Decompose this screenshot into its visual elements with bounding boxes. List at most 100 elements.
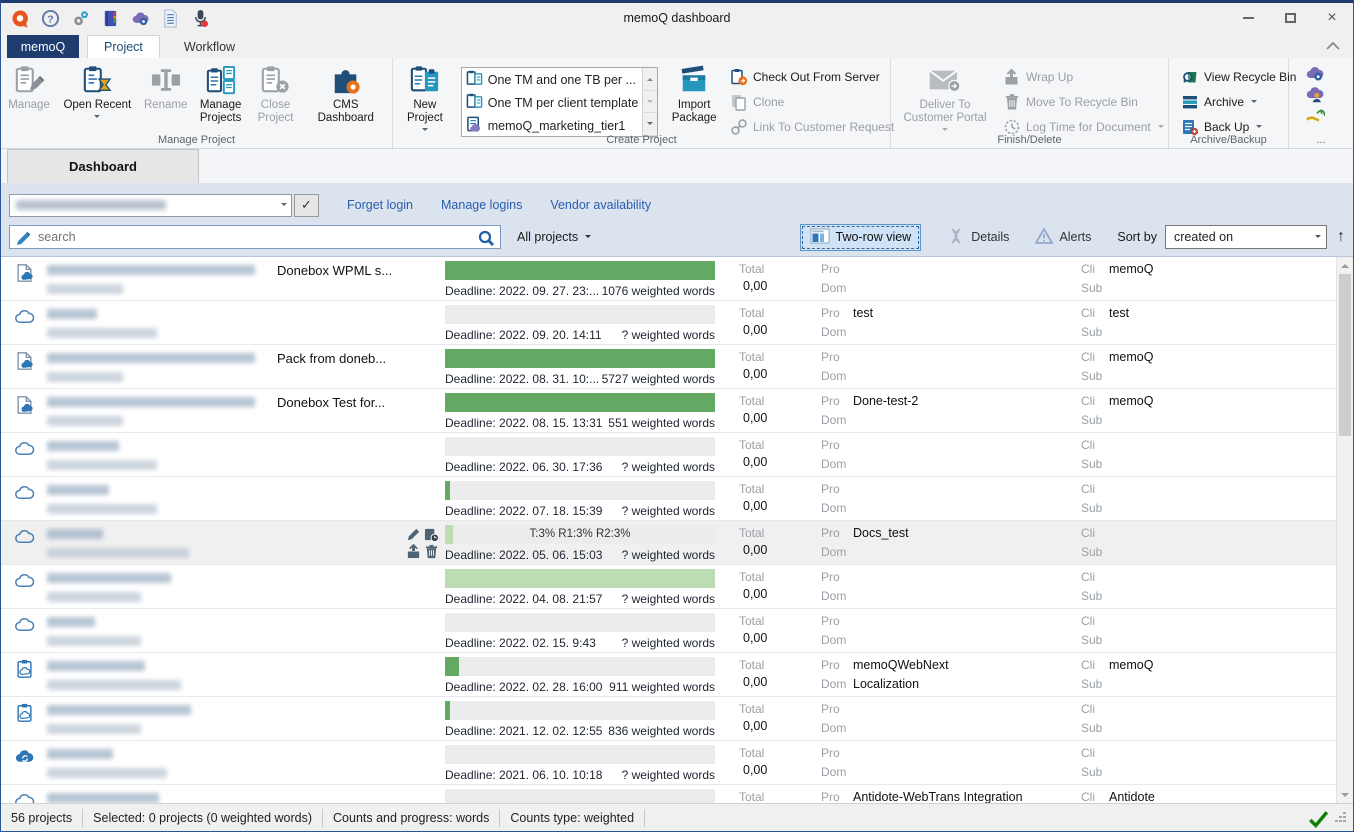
status-bar: 56 projects Selected: 0 projects (0 weig… <box>1 803 1353 831</box>
search-icon[interactable] <box>477 229 495 247</box>
template-item[interactable]: memoQ_marketing_tier1 <box>462 114 643 136</box>
help-icon[interactable]: ? <box>41 9 60 28</box>
alerts-button[interactable]: Alerts <box>1035 227 1091 248</box>
resources-icon[interactable] <box>101 9 120 28</box>
subject-label: Sub <box>1081 325 1109 339</box>
search-box[interactable] <box>9 225 501 249</box>
memoq-logo-icon[interactable] <box>11 9 30 28</box>
server-settings-icon[interactable] <box>1305 65 1325 82</box>
new-project-button[interactable]: New Project <box>395 61 455 137</box>
project-row[interactable]: Total0,00 ProAntidote-WebTrans Integrati… <box>1 785 1336 803</box>
project-row[interactable]: Deadline: 2021. 06. 10. 10:18? weighted … <box>1 741 1336 785</box>
archive-button[interactable]: Archive <box>1175 91 1289 113</box>
project-row[interactable]: Deadline: 2022. 06. 30. 17:36? weighted … <box>1 433 1336 477</box>
open-recent-button[interactable]: Open Recent <box>55 61 140 124</box>
edit-icon[interactable] <box>406 527 421 542</box>
minimize-button[interactable] <box>1227 3 1269 33</box>
deadline-text: Deadline: 2021. 12. 02. 12:55 <box>445 724 602 738</box>
project-row[interactable]: Deadline: 2022. 02. 15. 9:43? weighted w… <box>1 609 1336 653</box>
project-row[interactable]: Deadline: 2022. 09. 20. 14:11? weighted … <box>1 301 1336 345</box>
project-row[interactable]: T:3% R1:3% R2:3% Deadline: 2022. 05. 06.… <box>1 521 1336 565</box>
wrapup-icon[interactable] <box>406 544 421 559</box>
cloud-icon <box>14 307 35 327</box>
progress-bar <box>445 481 715 500</box>
deadline-text: Deadline: 2022. 05. 06. 15:03 <box>445 548 602 562</box>
project-name-redacted <box>47 477 277 520</box>
details-button[interactable]: Details <box>947 227 1009 248</box>
progress-bar <box>445 261 715 280</box>
tab-workflow[interactable]: Workflow <box>168 35 251 58</box>
view-recycle-bin-button[interactable]: View Recycle Bin <box>1175 66 1289 88</box>
delete-icon[interactable] <box>424 544 439 559</box>
cms-dashboard-button[interactable]: CMS Dashboard <box>302 61 391 128</box>
collapse-ribbon-icon[interactable] <box>1325 40 1341 54</box>
scroll-up-icon[interactable] <box>1337 257 1353 273</box>
project-description <box>277 521 399 564</box>
project-row[interactable]: Deadline: 2022. 02. 28. 16:00911 weighte… <box>1 653 1336 697</box>
project-filter-dropdown[interactable]: All projects <box>517 230 591 244</box>
client-label: Cli <box>1081 790 1109 803</box>
manage-logins-link[interactable]: Manage logins <box>441 198 522 212</box>
manage-projects-button[interactable]: Manage Projects <box>192 61 250 128</box>
project-value: Docs_test <box>853 526 909 540</box>
import-package-button[interactable]: Import Package <box>664 61 724 128</box>
client-label: Cli <box>1081 746 1109 760</box>
close-button[interactable]: × <box>1311 3 1353 33</box>
vendor-availability-link[interactable]: Vendor availability <box>550 198 651 212</box>
svg-text:?: ? <box>47 14 53 25</box>
client-label: Cli <box>1081 350 1109 364</box>
project-row[interactable]: Deadline: 2021. 12. 02. 12:55836 weighte… <box>1 697 1336 741</box>
sort-select[interactable]: created on <box>1165 225 1327 249</box>
project-row[interactable]: Pack from doneb... Deadline: 2022. 08. 3… <box>1 345 1336 389</box>
scrollbar-thumb[interactable] <box>1339 274 1351 436</box>
options-icon[interactable] <box>71 9 90 28</box>
connect-server-button[interactable]: ✓ <box>294 194 319 217</box>
server-selector[interactable] <box>9 194 292 217</box>
server-administrator-icon[interactable] <box>131 9 150 28</box>
forget-login-link[interactable]: Forget login <box>347 198 413 212</box>
manage-users-icon[interactable] <box>1305 86 1325 103</box>
share-icon[interactable] <box>1305 107 1325 124</box>
project-template-list[interactable]: One TM and one TB per ... One TM per cli… <box>461 67 659 137</box>
project-row[interactable]: Donebox Test for... Deadline: 2022. 08. … <box>1 389 1336 433</box>
client-label: Cli <box>1081 702 1109 716</box>
document-icon[interactable] <box>161 9 180 28</box>
vertical-scrollbar[interactable] <box>1336 257 1353 803</box>
total-value: 0,00 <box>743 587 811 601</box>
open-recent-icon <box>79 64 115 96</box>
template-item[interactable]: One TM per client template <box>462 91 643 114</box>
client-label: Cli <box>1081 526 1109 540</box>
status-selected: Selected: 0 projects (0 weighted words) <box>83 809 323 827</box>
tab-memoq[interactable]: memoQ <box>7 35 79 58</box>
progress-bar: T:3% R1:3% R2:3% <box>445 525 715 544</box>
project-row[interactable]: Deadline: 2022. 07. 18. 15:39? weighted … <box>1 477 1336 521</box>
group-overflow: ... <box>1289 58 1353 148</box>
deadline-text: Deadline: 2022. 04. 08. 21:57 <box>445 592 602 606</box>
maximize-button[interactable] <box>1269 3 1311 33</box>
scroll-up-icon[interactable] <box>643 68 657 91</box>
project-row[interactable]: Donebox WPML s... Deadline: 2022. 09. 27… <box>1 257 1336 301</box>
scroll-down-icon[interactable] <box>643 91 657 114</box>
subject-label: Sub <box>1081 633 1109 647</box>
resize-grip[interactable] <box>1335 812 1349 826</box>
schedule-icon[interactable] <box>424 527 439 542</box>
scroll-down-icon[interactable] <box>1337 787 1353 803</box>
total-label: Total <box>739 394 811 408</box>
template-item[interactable]: One TM and one TB per ... <box>462 68 643 91</box>
progress-bar <box>445 701 715 720</box>
sort-direction-button[interactable]: ↑ <box>1337 229 1345 245</box>
two-row-view-toggle[interactable]: Two-row view <box>800 224 922 251</box>
status-projects-count: 56 projects <box>1 809 83 827</box>
project-row[interactable]: Deadline: 2022. 04. 08. 21:57? weighted … <box>1 565 1336 609</box>
search-input[interactable] <box>38 230 472 244</box>
project-label: Pro <box>821 658 853 672</box>
client-value: memoQ <box>1109 658 1153 672</box>
scroll-more-icon[interactable] <box>643 113 657 136</box>
total-value: 0,00 <box>743 411 811 425</box>
dictation-icon[interactable] <box>191 9 210 28</box>
tab-project[interactable]: Project <box>87 35 160 58</box>
check-out-from-server-button[interactable]: Check Out From Server <box>724 66 888 88</box>
caret-down-icon <box>585 235 591 241</box>
tab-dashboard[interactable]: Dashboard <box>7 149 199 183</box>
template-list-scrollbar[interactable] <box>642 68 657 136</box>
